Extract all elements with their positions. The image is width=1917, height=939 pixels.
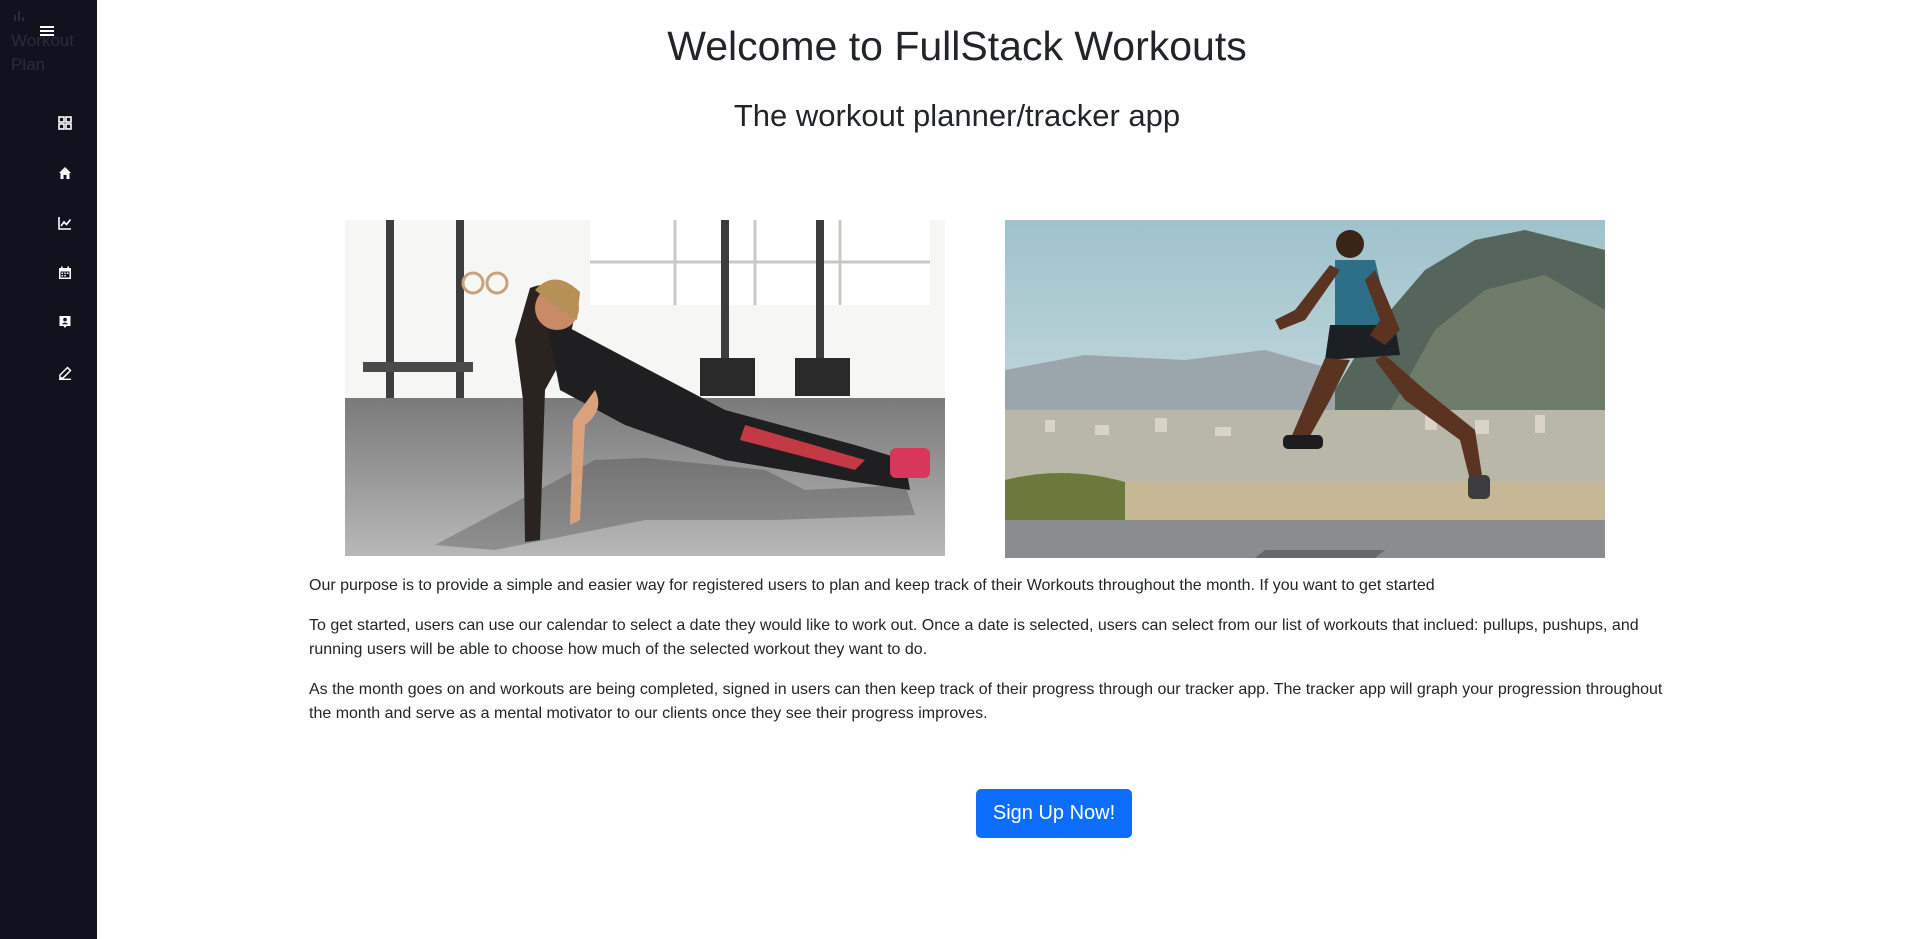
nav-item-dashboard[interactable]: [50, 108, 80, 138]
page-subtitle: The workout planner/tracker app: [733, 98, 1181, 133]
pencil-edit-icon: [59, 366, 72, 380]
pushup-photo: [345, 220, 945, 556]
progress-paragraph: As the month goes on and workouts are be…: [309, 681, 1663, 722]
main-content: Welcome to FullStack Workouts The workou…: [97, 0, 1917, 939]
purpose-paragraph: Our purpose is to provide a simple and e…: [309, 577, 1435, 594]
nav-item-calendar[interactable]: [50, 258, 80, 288]
bar-chart-icon: [14, 11, 24, 21]
nav-item-edit[interactable]: [50, 358, 80, 388]
sign-up-button[interactable]: Sign Up Now!: [976, 789, 1132, 838]
sidebar: Workout Plan: [0, 0, 97, 939]
hamburger-menu-icon[interactable]: [38, 22, 56, 40]
nav-item-tracker[interactable]: [50, 208, 80, 238]
running-photo: [1005, 220, 1605, 558]
home-icon: [59, 167, 71, 179]
getting-started-paragraph: To get started, users can use our calend…: [309, 617, 1639, 658]
line-chart-icon: [58, 217, 72, 230]
dashboard-grid-icon: [58, 116, 72, 130]
calendar-icon: [59, 266, 71, 279]
page-title: Welcome to FullStack Workouts: [667, 23, 1247, 69]
description: Our purpose is to provide a simple and e…: [309, 574, 1689, 742]
person-badge-icon: [59, 316, 71, 328]
nav-item-profile[interactable]: [50, 307, 80, 337]
nav-item-home[interactable]: [50, 158, 80, 188]
